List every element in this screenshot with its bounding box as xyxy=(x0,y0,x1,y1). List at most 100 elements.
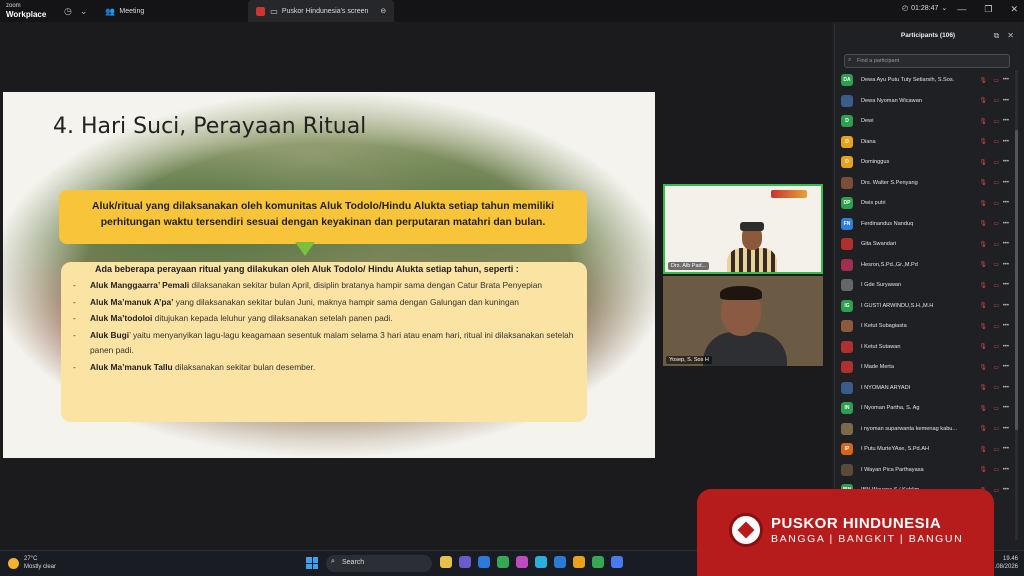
participant-row[interactable]: D Diana 🎙 ▭ ••• xyxy=(841,132,1009,153)
video-off-icon[interactable]: ▭ xyxy=(993,179,999,186)
system-clock[interactable]: 19.46 ...08/2026 xyxy=(991,555,1018,571)
participant-row[interactable]: D Dewi 🎙 ▭ ••• xyxy=(841,111,1009,132)
app-icon[interactable] xyxy=(554,556,566,568)
video-off-icon[interactable]: ▭ xyxy=(993,200,999,207)
more-icon[interactable]: ••• xyxy=(1003,118,1009,124)
more-icon[interactable]: ••• xyxy=(1003,77,1009,83)
more-icon[interactable]: ••• xyxy=(1003,139,1009,145)
zoom-icon[interactable] xyxy=(611,556,623,568)
more-icon[interactable]: ••• xyxy=(1003,426,1009,432)
edge-icon[interactable] xyxy=(478,556,490,568)
video-off-icon[interactable]: ▭ xyxy=(993,343,999,350)
participant-row[interactable]: I NYOMAN ARYADI 🎙 ▭ ••• xyxy=(841,378,1009,399)
mic-muted-icon[interactable]: 🎙 xyxy=(979,200,987,207)
mic-muted-icon[interactable]: 🎙 xyxy=(979,261,987,268)
tab-meeting[interactable]: 👥 Meeting xyxy=(97,0,152,22)
video-off-icon[interactable]: ▭ xyxy=(993,487,999,494)
more-icon[interactable]: ••• xyxy=(1003,405,1009,411)
mic-muted-icon[interactable]: 🎙 xyxy=(979,466,987,473)
video-off-icon[interactable]: ▭ xyxy=(993,241,999,248)
participant-row[interactable]: Gita Swandari 🎙 ▭ ••• xyxy=(841,234,1009,255)
participant-row[interactable]: DP Dwis putri 🎙 ▭ ••• xyxy=(841,193,1009,214)
more-icon[interactable]: ••• xyxy=(1003,221,1009,227)
participant-row[interactable]: IN I Nyoman Partha, S. Ag 🎙 ▭ ••• xyxy=(841,398,1009,419)
scrollbar[interactable] xyxy=(1015,70,1018,540)
chevron-down-icon[interactable]: ⌄ xyxy=(80,6,88,17)
app-icon[interactable] xyxy=(516,556,528,568)
mic-muted-icon[interactable]: 🎙 xyxy=(979,323,987,330)
popout-icon[interactable]: ⧉ xyxy=(994,31,1000,41)
video-off-icon[interactable]: ▭ xyxy=(993,446,999,453)
video-off-icon[interactable]: ▭ xyxy=(993,302,999,309)
more-icon[interactable]: ••• xyxy=(1003,282,1009,288)
video-tile-speaker[interactable]: Drs. Alb Pad... xyxy=(663,184,823,274)
more-icon[interactable]: ••• xyxy=(1003,344,1009,350)
participant-row[interactable]: I Ketut Subagiasta 🎙 ▭ ••• xyxy=(841,316,1009,337)
more-icon[interactable]: ••• xyxy=(1003,98,1009,104)
participant-row[interactable]: I Gde Suryawan 🎙 ▭ ••• xyxy=(841,275,1009,296)
more-icon[interactable]: ••• xyxy=(1003,364,1009,370)
video-off-icon[interactable]: ▭ xyxy=(993,384,999,391)
video-off-icon[interactable]: ▭ xyxy=(993,261,999,268)
mic-muted-icon[interactable]: 🎙 xyxy=(979,364,987,371)
more-icon[interactable]: ••• xyxy=(1003,303,1009,309)
more-icon[interactable]: ••• xyxy=(1003,487,1009,493)
mic-muted-icon[interactable]: 🎙 xyxy=(979,138,987,145)
maximize-button[interactable]: ❐ xyxy=(984,4,992,15)
participant-row[interactable]: FN Ferdinandus Nanduq 🎙 ▭ ••• xyxy=(841,214,1009,235)
minimize-button[interactable]: — xyxy=(957,4,966,15)
participant-row[interactable]: Hesron,S.Pd.,Gr.,M.Pd 🎙 ▭ ••• xyxy=(841,255,1009,276)
video-off-icon[interactable]: ▭ xyxy=(993,425,999,432)
participant-row[interactable]: IP I Putu MurteYAse, S.Pd.AH 🎙 ▭ ••• xyxy=(841,439,1009,460)
participant-row[interactable]: I Ketut Sutawan 🎙 ▭ ••• xyxy=(841,337,1009,358)
teams-icon[interactable] xyxy=(459,556,471,568)
more-icon[interactable]: ••• xyxy=(1003,241,1009,247)
video-off-icon[interactable]: ▭ xyxy=(993,405,999,412)
clock-icon[interactable]: ◷ xyxy=(64,6,72,17)
app-icon[interactable] xyxy=(535,556,547,568)
mic-muted-icon[interactable]: 🎙 xyxy=(979,384,987,391)
close-icon[interactable]: ✕ xyxy=(1007,31,1014,41)
video-off-icon[interactable]: ▭ xyxy=(993,159,999,166)
mic-muted-icon[interactable]: 🎙 xyxy=(979,159,987,166)
more-icon[interactable]: ••• xyxy=(1003,180,1009,186)
video-off-icon[interactable]: ▭ xyxy=(993,118,999,125)
participant-row[interactable]: DA Dewa Ayu Putu Tuty Setiarsih, S.Sos. 🎙 ▭… xyxy=(841,70,1009,91)
video-tile-participant[interactable]: Yosep, S. Sos H xyxy=(663,276,823,366)
participant-row[interactable]: I Made Merta 🎙 ▭ ••• xyxy=(841,357,1009,378)
mic-muted-icon[interactable]: 🎙 xyxy=(979,179,987,186)
chrome-icon[interactable] xyxy=(497,556,509,568)
windows-start-icon[interactable] xyxy=(306,557,318,569)
mic-muted-icon[interactable]: 🎙 xyxy=(979,118,987,125)
mic-muted-icon[interactable]: 🎙 xyxy=(979,302,987,309)
participant-search-input[interactable]: ⌕ Find a participant xyxy=(844,54,1010,68)
participant-row[interactable]: Drs. Walter S.Penyang 🎙 ▭ ••• xyxy=(841,173,1009,194)
participant-row[interactable]: Dewa Nyoman Wicawan 🎙 ▭ ••• xyxy=(841,91,1009,112)
video-off-icon[interactable]: ▭ xyxy=(993,323,999,330)
more-icon[interactable]: ••• xyxy=(1003,446,1009,452)
video-off-icon[interactable]: ▭ xyxy=(993,138,999,145)
video-off-icon[interactable]: ▭ xyxy=(993,220,999,227)
mic-muted-icon[interactable]: 🎙 xyxy=(979,282,987,289)
minus-circle-icon[interactable]: ⊖ xyxy=(380,7,386,15)
video-off-icon[interactable]: ▭ xyxy=(993,97,999,104)
mic-muted-icon[interactable]: 🎙 xyxy=(979,77,987,84)
mic-muted-icon[interactable]: 🎙 xyxy=(979,446,987,453)
more-icon[interactable]: ••• xyxy=(1003,262,1009,268)
more-icon[interactable]: ••• xyxy=(1003,467,1009,473)
more-icon[interactable]: ••• xyxy=(1003,200,1009,206)
more-icon[interactable]: ••• xyxy=(1003,323,1009,329)
participant-row[interactable]: I Wayan Pica Parthayasa 🎙 ▭ ••• xyxy=(841,460,1009,481)
app-icon[interactable] xyxy=(573,556,585,568)
weather-widget[interactable]: 27°C Mostly clear xyxy=(8,555,56,571)
mic-muted-icon[interactable]: 🎙 xyxy=(979,241,987,248)
video-off-icon[interactable]: ▭ xyxy=(993,282,999,289)
participant-row[interactable]: IG I GUSTI ARWINDU,S.H.,M.H 🎙 ▭ ••• xyxy=(841,296,1009,317)
mic-muted-icon[interactable]: 🎙 xyxy=(979,97,987,104)
video-off-icon[interactable]: ▭ xyxy=(993,364,999,371)
close-button[interactable]: ✕ xyxy=(1010,4,1018,15)
more-icon[interactable]: ••• xyxy=(1003,159,1009,165)
taskbar-search[interactable]: ⌕ Search xyxy=(326,555,432,572)
tab-screen-share[interactable]: ▭ Puskor Hindunesia's screen ⊖ xyxy=(248,0,395,22)
more-icon[interactable]: ••• xyxy=(1003,385,1009,391)
